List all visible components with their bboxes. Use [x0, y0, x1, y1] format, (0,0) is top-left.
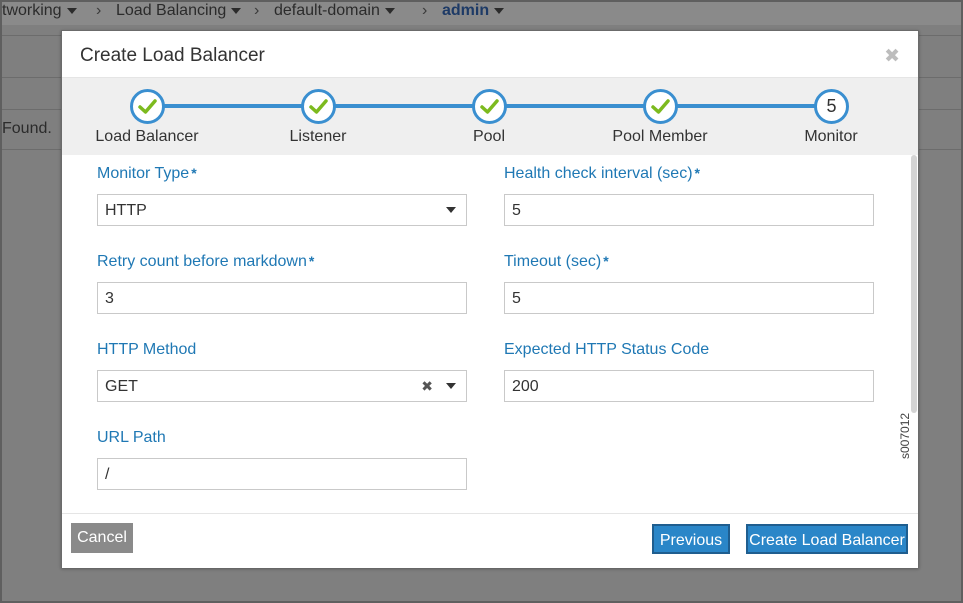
monitor-type-select[interactable]: HTTP [97, 194, 467, 226]
breadcrumb-item-project[interactable]: admin [442, 2, 505, 20]
breadcrumb-separator-icon: › [96, 2, 102, 19]
chevron-down-icon [494, 7, 505, 14]
timeout-input[interactable]: 5 [504, 282, 874, 314]
expected-status-label: Expected HTTP Status Code [504, 341, 710, 358]
breadcrumb-item-load-balancing[interactable]: Load Balancing [116, 2, 242, 20]
figure-id-watermark: s007012 [898, 412, 912, 459]
create-load-balancer-button[interactable]: Create Load Balancer [746, 524, 908, 554]
wizard-step-label: Pool [472, 128, 506, 145]
retry-count-label-text: Retry count before markdown [97, 253, 307, 270]
timeout-label-text: Timeout (sec) [504, 253, 602, 270]
previous-button[interactable]: Previous [652, 524, 730, 554]
url-path-value: / [105, 466, 110, 483]
required-asterisk: * [191, 165, 197, 181]
wizard-step-label: Monitor [804, 128, 858, 145]
monitor-form: Monitor Type * HTTP Health check interval… [62, 155, 918, 513]
required-asterisk: * [603, 253, 609, 269]
chevron-down-icon [231, 7, 242, 14]
screen-frame: tworking › Load Balancing › default-doma… [0, 0, 963, 603]
chevron-down-icon[interactable] [446, 207, 456, 213]
wizard-step-label: Listener [289, 128, 347, 145]
dialog-title: Create Load Balancer [80, 45, 265, 66]
dialog-header: Create Load Balancer ✖ [62, 31, 918, 78]
health-check-interval-value: 5 [512, 202, 521, 219]
close-icon[interactable]: ✖ [884, 45, 900, 68]
dialog-footer: Cancel Previous Create Load Balancer [62, 513, 918, 568]
wizard-progress: Load Balancer Listener Pool Pool Member [62, 78, 918, 155]
url-path-label: URL Path [97, 429, 166, 446]
retry-count-input[interactable]: 3 [97, 282, 467, 314]
step-complete-check-icon [643, 89, 678, 124]
monitor-type-label: Monitor Type * [97, 165, 197, 183]
health-check-interval-label: Health check interval (sec) * [504, 165, 700, 183]
expected-status-value: 200 [512, 378, 539, 395]
monitor-type-value: HTTP [105, 202, 147, 219]
form-scrollbar[interactable] [911, 155, 917, 413]
breadcrumb-item-networking[interactable]: tworking [2, 2, 77, 20]
chevron-down-icon [66, 7, 77, 14]
timeout-label: Timeout (sec) * [504, 253, 609, 271]
create-load-balancer-dialog: Create Load Balancer ✖ Load Balancer Lis… [61, 30, 919, 568]
wizard-step-label: Pool Member [612, 128, 708, 145]
step-complete-check-icon [130, 89, 165, 124]
step-complete-check-icon [301, 89, 336, 124]
background-empty-message: Found. [2, 120, 52, 137]
timeout-value: 5 [512, 290, 521, 307]
clear-selection-icon[interactable]: ✖ [421, 378, 433, 395]
wizard-step-label: Load Balancer [95, 128, 199, 145]
http-method-label: HTTP Method [97, 341, 197, 358]
monitor-type-label-text: Monitor Type [97, 165, 190, 182]
health-check-interval-label-text: Health check interval (sec) [504, 165, 693, 182]
required-asterisk: * [308, 253, 315, 269]
step-number: 5 [826, 96, 837, 116]
retry-count-label: Retry count before markdown * [97, 253, 314, 271]
chevron-down-icon [384, 7, 395, 14]
background-breadcrumb: tworking › Load Balancing › default-doma… [2, 2, 961, 25]
retry-count-value: 3 [105, 290, 114, 307]
expected-status-input[interactable]: 200 [504, 370, 874, 402]
breadcrumb-separator-icon: › [422, 2, 428, 19]
cancel-button[interactable]: Cancel [71, 523, 133, 553]
chevron-down-icon[interactable] [446, 383, 456, 389]
breadcrumb-item-domain[interactable]: default-domain [274, 2, 395, 20]
health-check-interval-input[interactable]: 5 [504, 194, 874, 226]
url-path-input[interactable]: / [97, 458, 467, 490]
http-method-value: GET [105, 378, 138, 395]
step-current-indicator: 5 [814, 89, 849, 124]
breadcrumb-separator-icon: › [254, 2, 260, 19]
required-asterisk: * [694, 165, 700, 181]
step-complete-check-icon [472, 89, 507, 124]
http-method-select[interactable]: GET ✖ [97, 370, 467, 402]
